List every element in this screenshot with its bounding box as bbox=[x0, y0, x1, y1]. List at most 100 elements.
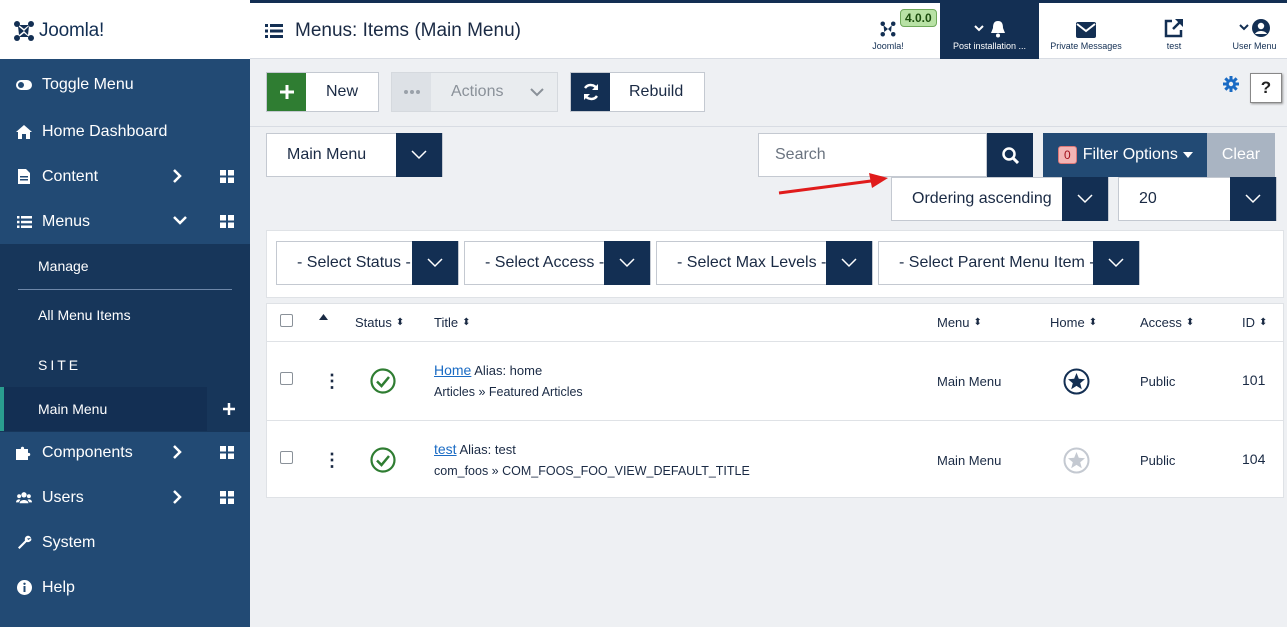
add-menu-item-button[interactable] bbox=[207, 387, 250, 431]
header-joomla-label: Joomla! bbox=[872, 41, 904, 51]
item-title-link[interactable]: Home bbox=[434, 362, 471, 378]
item-type: com_foos » COM_FOOS_FOO_VIEW_DEFAULT_TIT… bbox=[434, 464, 750, 478]
user-circle-icon bbox=[1238, 19, 1270, 37]
chevron-down-icon bbox=[604, 241, 650, 285]
sidebar-item-all-menu-items[interactable]: All Menu Items bbox=[0, 293, 250, 337]
drag-handle-icon[interactable]: ⋮ bbox=[323, 372, 341, 390]
sync-icon bbox=[571, 73, 610, 111]
sidebar-item-menus[interactable]: Menus bbox=[0, 199, 250, 244]
menu-select[interactable]: Main Menu bbox=[266, 133, 443, 177]
sidebar-toggle-label: Toggle Menu bbox=[42, 75, 134, 93]
page-title-text: Menus: Items (Main Menu) bbox=[295, 20, 521, 41]
header-post-installation[interactable]: Post installation ... bbox=[940, 0, 1039, 59]
actions-dropdown[interactable]: Actions bbox=[391, 72, 558, 112]
column-header-title[interactable]: Title ⬍ bbox=[434, 315, 470, 330]
ellipsis-icon bbox=[392, 73, 431, 111]
sort-icon: ⬍ bbox=[1185, 317, 1195, 328]
home-icon bbox=[16, 124, 32, 139]
filter-options-button[interactable]: 0 Filter Options bbox=[1043, 133, 1207, 177]
sort-icon: ⬍ bbox=[1088, 317, 1098, 328]
chevron-down-icon bbox=[412, 241, 458, 285]
row-checkbox[interactable] bbox=[280, 451, 293, 464]
header-user-menu[interactable]: User Menu bbox=[1222, 0, 1287, 59]
home-star-icon[interactable] bbox=[1063, 368, 1090, 395]
sidebar-all-items-label: All Menu Items bbox=[38, 307, 131, 323]
list-icon bbox=[265, 24, 283, 38]
item-type: Articles » Featured Articles bbox=[434, 385, 583, 399]
file-icon bbox=[16, 169, 32, 184]
sidebar-item-home-dashboard[interactable]: Home Dashboard bbox=[0, 109, 250, 154]
home-star-outline-icon[interactable] bbox=[1063, 447, 1090, 474]
sidebar-item-content[interactable]: Content bbox=[0, 154, 250, 199]
published-check-icon[interactable] bbox=[370, 368, 396, 394]
gear-icon[interactable] bbox=[1223, 76, 1239, 92]
dashboard-grid-icon[interactable] bbox=[220, 446, 234, 459]
dashboard-grid-icon[interactable] bbox=[220, 491, 234, 504]
sidebar-toggle-menu[interactable]: Toggle Menu bbox=[0, 62, 250, 107]
sidebar-item-main-menu[interactable]: Main Menu bbox=[0, 387, 207, 431]
plus-icon bbox=[222, 403, 235, 415]
column-header-id[interactable]: ID ⬍ bbox=[1242, 315, 1267, 330]
filter-options-label: Filter Options bbox=[1082, 146, 1178, 163]
column-header-access[interactable]: Access ⬍ bbox=[1140, 315, 1194, 330]
ordering-select[interactable]: Ordering ascending bbox=[891, 177, 1109, 221]
item-menu: Main Menu bbox=[937, 453, 1002, 468]
header-test-label: test bbox=[1166, 41, 1182, 51]
help-button[interactable]: ? bbox=[1250, 73, 1282, 103]
sidebar-manage-label: Manage bbox=[38, 258, 89, 274]
sidebar-item-system[interactable]: System bbox=[0, 520, 250, 565]
row-checkbox[interactable] bbox=[280, 372, 293, 385]
column-header-menu[interactable]: Menu ⬍ bbox=[937, 315, 982, 330]
item-access: Public bbox=[1140, 374, 1176, 389]
sidebar-main-menu-label: Main Menu bbox=[38, 401, 108, 417]
actions-label: Actions bbox=[451, 83, 504, 100]
max-levels-filter-select[interactable]: - Select Max Levels - bbox=[656, 241, 873, 285]
chevron-right-icon bbox=[173, 490, 182, 504]
dashboard-grid-icon[interactable] bbox=[220, 170, 234, 183]
sidebar-components-label: Components bbox=[42, 443, 133, 461]
published-check-icon[interactable] bbox=[370, 447, 396, 473]
divider bbox=[18, 289, 232, 290]
item-id: 101 bbox=[1242, 372, 1266, 388]
list-limit-select[interactable]: 20 bbox=[1118, 177, 1277, 221]
info-icon bbox=[16, 580, 32, 595]
ordering-sort-icon[interactable] bbox=[319, 314, 328, 320]
clear-button[interactable]: Clear bbox=[1207, 133, 1275, 177]
list-limit-value: 20 bbox=[1139, 190, 1157, 207]
envelope-icon bbox=[1076, 22, 1096, 38]
chevron-down-icon bbox=[1093, 241, 1139, 285]
select-all-checkbox[interactable] bbox=[280, 314, 293, 327]
sidebar-item-manage[interactable]: Manage bbox=[0, 244, 250, 288]
column-header-status[interactable]: Status ⬍ bbox=[355, 315, 404, 330]
search-input[interactable]: Search bbox=[758, 133, 987, 177]
page-title: Menus: Items (Main Menu) bbox=[265, 3, 521, 59]
menu-items-table: Status ⬍ Title ⬍ Menu ⬍ Home ⬍ Access ⬍ ID ⬍ ⋮… bbox=[266, 303, 1284, 498]
header-private-messages[interactable]: Private Messages bbox=[1039, 0, 1133, 59]
sidebar-users-label: Users bbox=[42, 488, 84, 506]
sidebar-site-heading: SITE bbox=[0, 343, 250, 387]
sidebar-menus-label: Menus bbox=[42, 212, 91, 230]
search-icon bbox=[1001, 146, 1019, 164]
caret-down-icon bbox=[1182, 152, 1193, 158]
drag-handle-icon[interactable]: ⋮ bbox=[323, 451, 341, 469]
joomla-logo[interactable]: Joomla! bbox=[0, 0, 250, 62]
item-alias: Alias: test bbox=[459, 442, 516, 457]
new-button-label: New bbox=[326, 83, 359, 100]
item-title-link[interactable]: test bbox=[434, 441, 457, 457]
rebuild-button[interactable]: Rebuild bbox=[570, 72, 705, 112]
parent-item-filter-select[interactable]: - Select Parent Menu Item - bbox=[878, 241, 1140, 285]
sidebar-item-components[interactable]: Components bbox=[0, 430, 250, 475]
new-button[interactable]: New bbox=[266, 72, 379, 112]
search-button[interactable] bbox=[987, 133, 1033, 177]
status-filter-select[interactable]: - Select Status - bbox=[276, 241, 459, 285]
header: Joomla! Menus: Items (Main Menu) Joomla!… bbox=[0, 0, 1287, 62]
item-menu: Main Menu bbox=[937, 374, 1002, 389]
header-site-link[interactable]: test bbox=[1140, 0, 1208, 59]
access-filter-select[interactable]: - Select Access - bbox=[464, 241, 651, 285]
menu-select-value: Main Menu bbox=[287, 146, 367, 163]
sidebar-item-users[interactable]: Users bbox=[0, 475, 250, 520]
sidebar-home-label: Home Dashboard bbox=[42, 122, 168, 140]
sidebar-item-help[interactable]: Help bbox=[0, 565, 250, 610]
dashboard-grid-icon[interactable] bbox=[220, 215, 234, 228]
column-header-home[interactable]: Home ⬍ bbox=[1050, 315, 1097, 330]
